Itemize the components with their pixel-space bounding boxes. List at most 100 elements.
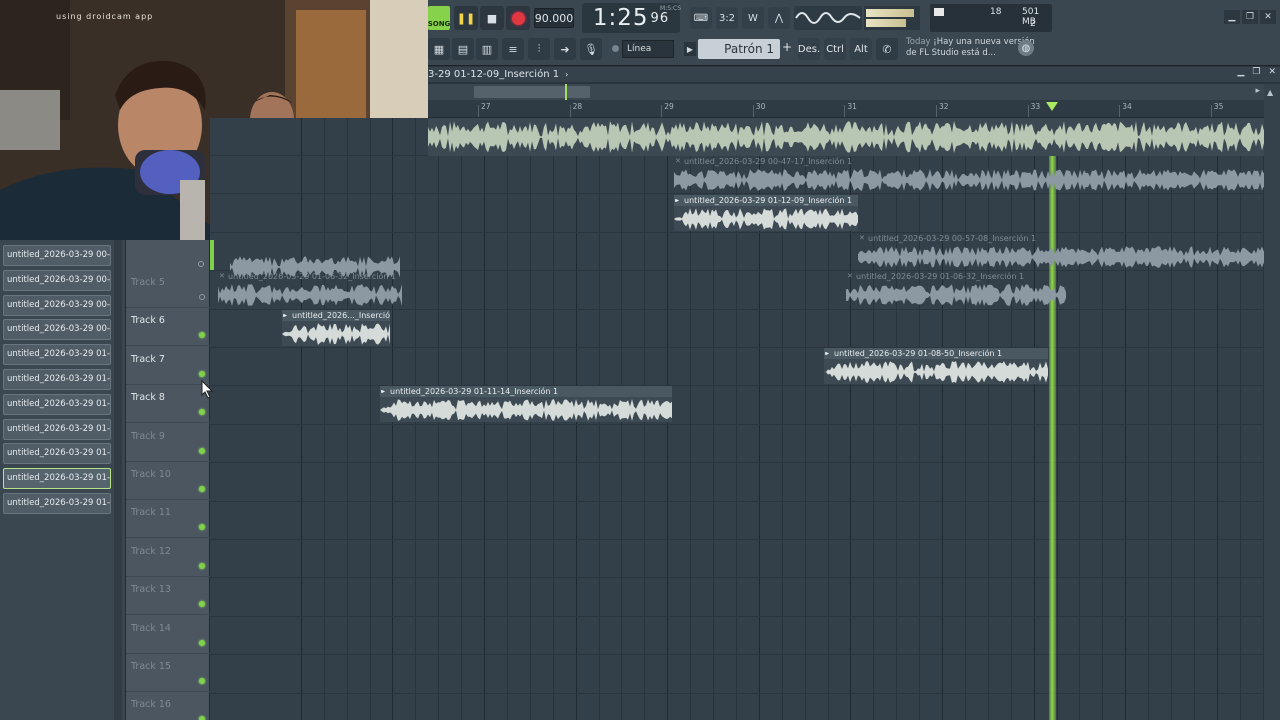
alt-button[interactable]: Alt <box>850 38 872 60</box>
track-mute-led-icon[interactable] <box>199 332 205 339</box>
minimize-icon[interactable]: ▁ <box>1224 10 1240 24</box>
browser-scrollbar[interactable] <box>114 240 122 720</box>
playlist-close-icon[interactable]: ✕ <box>1268 67 1276 77</box>
tempo-field[interactable]: 90.000 <box>534 8 574 28</box>
track-lane[interactable] <box>210 617 1264 656</box>
audio-clip[interactable]: untitled_2026-03-29 01-08-50_Inserción 1 <box>824 348 1048 386</box>
browser-file-item[interactable]: untitled_2026-03-29 01-... <box>3 468 111 490</box>
track-lane[interactable] <box>210 502 1264 540</box>
track-mute-led-icon[interactable] <box>199 639 205 646</box>
track-header[interactable]: Track 8 <box>126 385 210 424</box>
track-header[interactable]: Track 15 <box>126 654 210 692</box>
microphone-icon[interactable]: 🎙 <box>580 38 602 60</box>
browser-file-item[interactable]: untitled_2026-03-29 00-... <box>3 319 111 341</box>
timeline-ruler[interactable]: 27 28 29 30 31 32 33 34 35 <box>428 100 1264 118</box>
audio-clip[interactable]: untitled_2026-03-29 00-47-17_Inserción 1 <box>674 156 1264 194</box>
stop-button[interactable]: ■ <box>480 6 504 30</box>
track-header[interactable]: Track 9 <box>126 424 210 462</box>
mixer-icon[interactable]: ≡ <box>502 38 524 60</box>
typing-keyboard-icon[interactable]: ⌨ <box>690 7 712 29</box>
time-main: 1:25 <box>592 5 649 31</box>
playlist-maximize-icon[interactable]: ❐ <box>1252 67 1260 77</box>
playlist-minimize-icon[interactable]: ▁ <box>1237 67 1244 77</box>
pause-button[interactable]: ❚❚ <box>454 6 478 30</box>
globe-icon[interactable]: ◍ <box>1018 40 1034 56</box>
track-mute-led-icon[interactable] <box>199 486 205 492</box>
loop-record-icon[interactable]: W <box>742 7 764 29</box>
track-mute-led-icon[interactable] <box>199 601 205 608</box>
news-panel[interactable]: Today ¡Hay una nueva versión de FL Studi… <box>906 37 1036 59</box>
step-edit-icon[interactable]: 3:2 <box>716 7 738 29</box>
waveform-path <box>428 121 1264 153</box>
audio-clip[interactable]: untitled_2026-03-29 00-57-08_Inserción 1 <box>858 233 1264 271</box>
pattern-prev-icon[interactable]: ▶ <box>684 42 696 56</box>
browser-file-item[interactable]: untitled_2026-03-29 00-... <box>3 269 111 291</box>
scroll-right-icon[interactable]: ▸ <box>1255 86 1260 96</box>
track-mute-led-icon[interactable] <box>199 294 205 300</box>
track-mute-led-icon[interactable] <box>199 409 205 416</box>
record-button[interactable] <box>506 6 530 30</box>
track-name: Track 10 <box>131 469 171 480</box>
horizontal-scroll-thumb[interactable] <box>474 86 590 98</box>
horizontal-scrollbar[interactable]: ▸ <box>428 84 1280 100</box>
add-pattern-button[interactable]: + <box>782 40 792 54</box>
audio-clip-fragment[interactable] <box>230 243 400 281</box>
track-mute-led-icon[interactable] <box>199 370 205 377</box>
arrow-icon[interactable]: ➜ <box>554 38 576 60</box>
browser-file-item[interactable]: untitled_2026-03-29 01-... <box>3 443 111 465</box>
track-lane[interactable] <box>210 579 1264 617</box>
track-header[interactable]: Track 11 <box>126 500 210 539</box>
track-header[interactable]: Track 14 <box>126 616 210 654</box>
audio-clip[interactable]: untitled_2026-03-29 01-12-09_Inserción 1 <box>674 195 858 233</box>
track-header[interactable]: Track 5 <box>126 270 210 308</box>
song-mode-toggle[interactable]: SONG <box>428 6 450 30</box>
audio-clip[interactable]: untitled_2026-03-29 01-11-14_Inserción 1 <box>380 386 672 424</box>
browser-file-item[interactable]: untitled_2026-03-29 00-... <box>3 245 111 266</box>
playhead-marker-icon[interactable] <box>1045 102 1058 111</box>
track-mute-led-icon[interactable] <box>199 524 205 531</box>
audio-clip[interactable]: untitled_2026-03-29 01-06-32_Inserción 1 <box>846 271 1066 309</box>
close-icon[interactable]: ✕ <box>1260 10 1276 24</box>
metronome-icon[interactable]: ⋀ <box>768 7 790 29</box>
playlist-grid[interactable]: untitled_2026-03-29 00-47-17_Inserción 1… <box>210 118 1264 720</box>
hint-bubble-icon[interactable]: ✆ <box>876 38 898 60</box>
browser-file-item[interactable]: untitled_2026-03-29 01-... <box>3 369 111 390</box>
ctrl-button[interactable]: Ctrl <box>824 38 846 60</box>
snap-select[interactable]: Línea <box>622 40 674 58</box>
maximize-icon[interactable]: ❐ <box>1242 10 1258 24</box>
track-lane[interactable] <box>210 694 1264 720</box>
piano-roll-icon[interactable]: ▤ <box>452 38 474 60</box>
track-mute-led-icon[interactable] <box>199 716 205 720</box>
track-lane[interactable] <box>210 387 1264 425</box>
track-header[interactable]: Track 13 <box>126 577 210 616</box>
track-header[interactable]: Track 7 <box>126 347 210 385</box>
track-header[interactable]: Track 10 <box>126 462 210 500</box>
track-lane[interactable] <box>210 425 1264 464</box>
track-mute-led-icon[interactable] <box>198 261 204 267</box>
scroll-up-icon[interactable]: ▲ <box>1267 88 1273 97</box>
track-header-column: Track 5 Track 6 Track 7 Track 8 Track 9 Track… <box>126 240 214 720</box>
track-lane[interactable] <box>210 348 1264 387</box>
browser-file-item[interactable]: untitled_2026-03-29 01-... <box>3 418 111 440</box>
track-mute-led-icon[interactable] <box>199 447 205 454</box>
plugin-picker-icon[interactable]: ⫶ <box>528 38 550 60</box>
track-mute-led-icon[interactable] <box>199 678 205 684</box>
browser-file-item[interactable]: untitled_2026-03-29 01-... <box>3 393 111 415</box>
pattern-selector[interactable]: Patrón 1 <box>698 39 780 59</box>
audio-clip[interactable]: untitled_2026..._Inserción 1 <box>282 310 390 348</box>
track-lane[interactable] <box>210 464 1264 502</box>
track-lane[interactable] <box>210 656 1264 694</box>
track-lane[interactable] <box>210 540 1264 579</box>
des-button[interactable]: Des. <box>798 38 820 60</box>
track-mute-led-icon[interactable] <box>199 562 205 569</box>
channel-rack-icon[interactable]: ▥ <box>476 38 498 60</box>
browser-file-item[interactable]: untitled_2026-03-29 01-... <box>3 344 111 366</box>
track-header[interactable]: Track 6 <box>126 308 210 347</box>
track-header[interactable]: Track 12 <box>126 539 210 577</box>
vertical-scrollbar[interactable]: ▲ <box>1264 84 1280 720</box>
track-header[interactable]: Track 16 <box>126 692 210 720</box>
playlist-icon[interactable]: ▦ <box>428 38 450 60</box>
browser-file-item[interactable]: untitled_2026-03-29 01-... <box>3 493 111 514</box>
browser-file-item[interactable]: untitled_2026-03-29 00-... <box>3 294 111 316</box>
clip-label: untitled_2026-03-29 01-06-32_Inserción 1 <box>846 271 1066 282</box>
